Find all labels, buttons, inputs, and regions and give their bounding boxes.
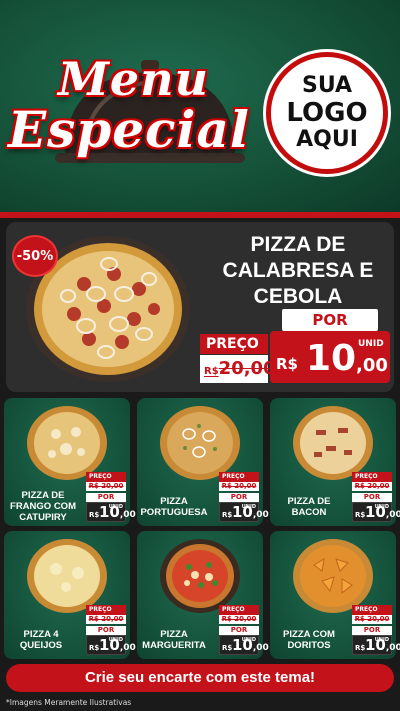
price-unit: UNID — [241, 504, 256, 510]
preco-label: PREÇO — [219, 605, 259, 615]
featured-title: PIZZA DE CALABRESA E CEBOLA — [222, 233, 374, 308]
price-currency: R$ — [355, 644, 366, 652]
price-tag: PREÇO R$ 20,00 POR R$ 10,00 UNID — [86, 605, 136, 655]
price-tag: PREÇO R$ 20,00 POR R$ 10,00 UNID — [219, 472, 269, 522]
preco-label: PREÇO — [86, 605, 126, 615]
price-currency: R$ — [355, 511, 366, 519]
product-name: PIZZA MARGUERITA — [142, 629, 206, 651]
pizza-4-queijos-image — [27, 539, 107, 613]
por-label: POR — [86, 493, 126, 502]
logo-text-line: LOGO — [286, 98, 368, 128]
pizza-portuguesa-image — [160, 406, 240, 480]
price-cents: ,00 — [119, 510, 136, 520]
old-price: R$ 20,00 — [219, 615, 259, 624]
product-name: PIZZA DE FRANGO COM CATUPIRY — [10, 490, 76, 523]
product-card-bacon: PIZZA DE BACON PREÇO R$ 20,00 POR R$ 10,0… — [270, 398, 400, 526]
price-unit: UNID — [358, 339, 384, 349]
new-price: R$ 10,00 UNID — [86, 635, 136, 655]
price-currency: R$ — [222, 511, 233, 519]
por-label: POR — [282, 309, 378, 331]
price-currency: R$ — [89, 511, 100, 519]
product-card-doritos: PIZZA COM DORITOS PREÇO R$ 20,00 POR R$ 1… — [270, 531, 400, 659]
new-price: R$ 10,00 UNID — [86, 502, 136, 522]
footnote: *Imagens Meramente Ilustrativas — [6, 698, 132, 707]
price-integer: 10 — [306, 338, 357, 379]
preco-label: PREÇO — [219, 472, 259, 482]
price-cents: ,00 — [119, 643, 136, 653]
pizza-marguerita-image — [160, 539, 240, 613]
por-label: POR — [219, 493, 259, 502]
logo-text-line: SUA — [301, 73, 353, 98]
price-cents: ,00 — [385, 643, 400, 653]
product-name: PIZZA PORTUGUESA — [140, 496, 208, 518]
price-tag: PREÇO R$ 20,00 POR R$ 10,00 UNID — [219, 605, 269, 655]
preco-label: PREÇO — [86, 472, 126, 482]
price-unit: UNID — [241, 637, 256, 643]
menu-title-line2: Especial — [8, 100, 250, 159]
header-banner: Menu Especial SUA LOGO AQUI — [0, 0, 400, 212]
por-label: POR — [352, 493, 392, 502]
price-tag: PREÇO R$ 20,00 POR R$ 10,00 UNID — [352, 605, 400, 655]
old-price: R$ 20,00 — [86, 615, 126, 624]
por-label: POR — [219, 626, 259, 635]
new-price: R$ 10,00 UNID — [352, 502, 400, 522]
create-flyer-button[interactable]: Crie seu encarte com este tema! — [6, 664, 394, 692]
price-tag: PREÇO R$ 20,00 POR R$ 10,00 UNID — [352, 472, 400, 522]
discount-badge: -50% — [12, 235, 58, 277]
old-currency: R$ — [204, 366, 219, 377]
product-card-frango: PIZZA DE FRANGO COM CATUPIRY PREÇO R$ 20… — [4, 398, 136, 526]
price-tag: PREÇO R$ 20,00 POR R$ 10,00 UNID — [86, 472, 136, 522]
price-unit: UNID — [108, 504, 123, 510]
preco-label: PREÇO — [352, 472, 392, 482]
pizza-frango-image — [27, 406, 107, 480]
price-currency: R$ — [276, 355, 298, 373]
por-label: POR — [86, 626, 126, 635]
new-price: R$ 10,00 UNID — [219, 635, 269, 655]
pizza-bacon-image — [293, 406, 373, 480]
old-price: R$ 20,00 — [352, 482, 392, 491]
product-name: PIZZA COM DORITOS — [283, 629, 335, 651]
por-label: POR — [352, 626, 392, 635]
product-name: PIZZA 4 QUEIJOS — [19, 629, 63, 651]
price-currency: R$ — [89, 644, 100, 652]
pizza-doritos-image — [293, 539, 373, 613]
price-cents: ,00 — [385, 510, 400, 520]
product-card-marguerita: PIZZA MARGUERITA PREÇO R$ 20,00 POR R$ 10… — [137, 531, 269, 659]
menu-title-line1: Menu — [58, 52, 210, 106]
product-card-portuguesa: PIZZA PORTUGUESA PREÇO R$ 20,00 POR R$ 10… — [137, 398, 269, 526]
price-cents: ,00 — [356, 355, 388, 376]
price-unit: UNID — [108, 637, 123, 643]
new-price: R$ 10,00 UNID — [219, 502, 269, 522]
old-price: R$ 20,00 — [86, 482, 126, 491]
product-card-4queijos: PIZZA 4 QUEIJOS PREÇO R$ 20,00 POR R$ 10,… — [4, 531, 136, 659]
preco-label: PREÇO — [200, 334, 268, 354]
price-unit: UNID — [374, 504, 389, 510]
price-cents: ,00 — [252, 510, 269, 520]
old-price-value: 20,00 — [218, 358, 276, 379]
new-price: R$ 10,00 UNID — [352, 635, 400, 655]
logo-placeholder: SUA LOGO AQUI — [266, 52, 388, 174]
old-price: R$20,00 — [200, 355, 276, 383]
price-cents: ,00 — [252, 643, 269, 653]
old-price: R$ 20,00 — [352, 615, 392, 624]
price-currency: R$ — [222, 644, 233, 652]
logo-text-line: AQUI — [296, 127, 358, 152]
old-price: R$ 20,00 — [219, 482, 259, 491]
product-name: PIZZA DE BACON — [287, 496, 331, 518]
price-unit: UNID — [374, 637, 389, 643]
preco-label: PREÇO — [352, 605, 392, 615]
featured-price: R$ 10 ,00 UNID — [270, 331, 390, 383]
